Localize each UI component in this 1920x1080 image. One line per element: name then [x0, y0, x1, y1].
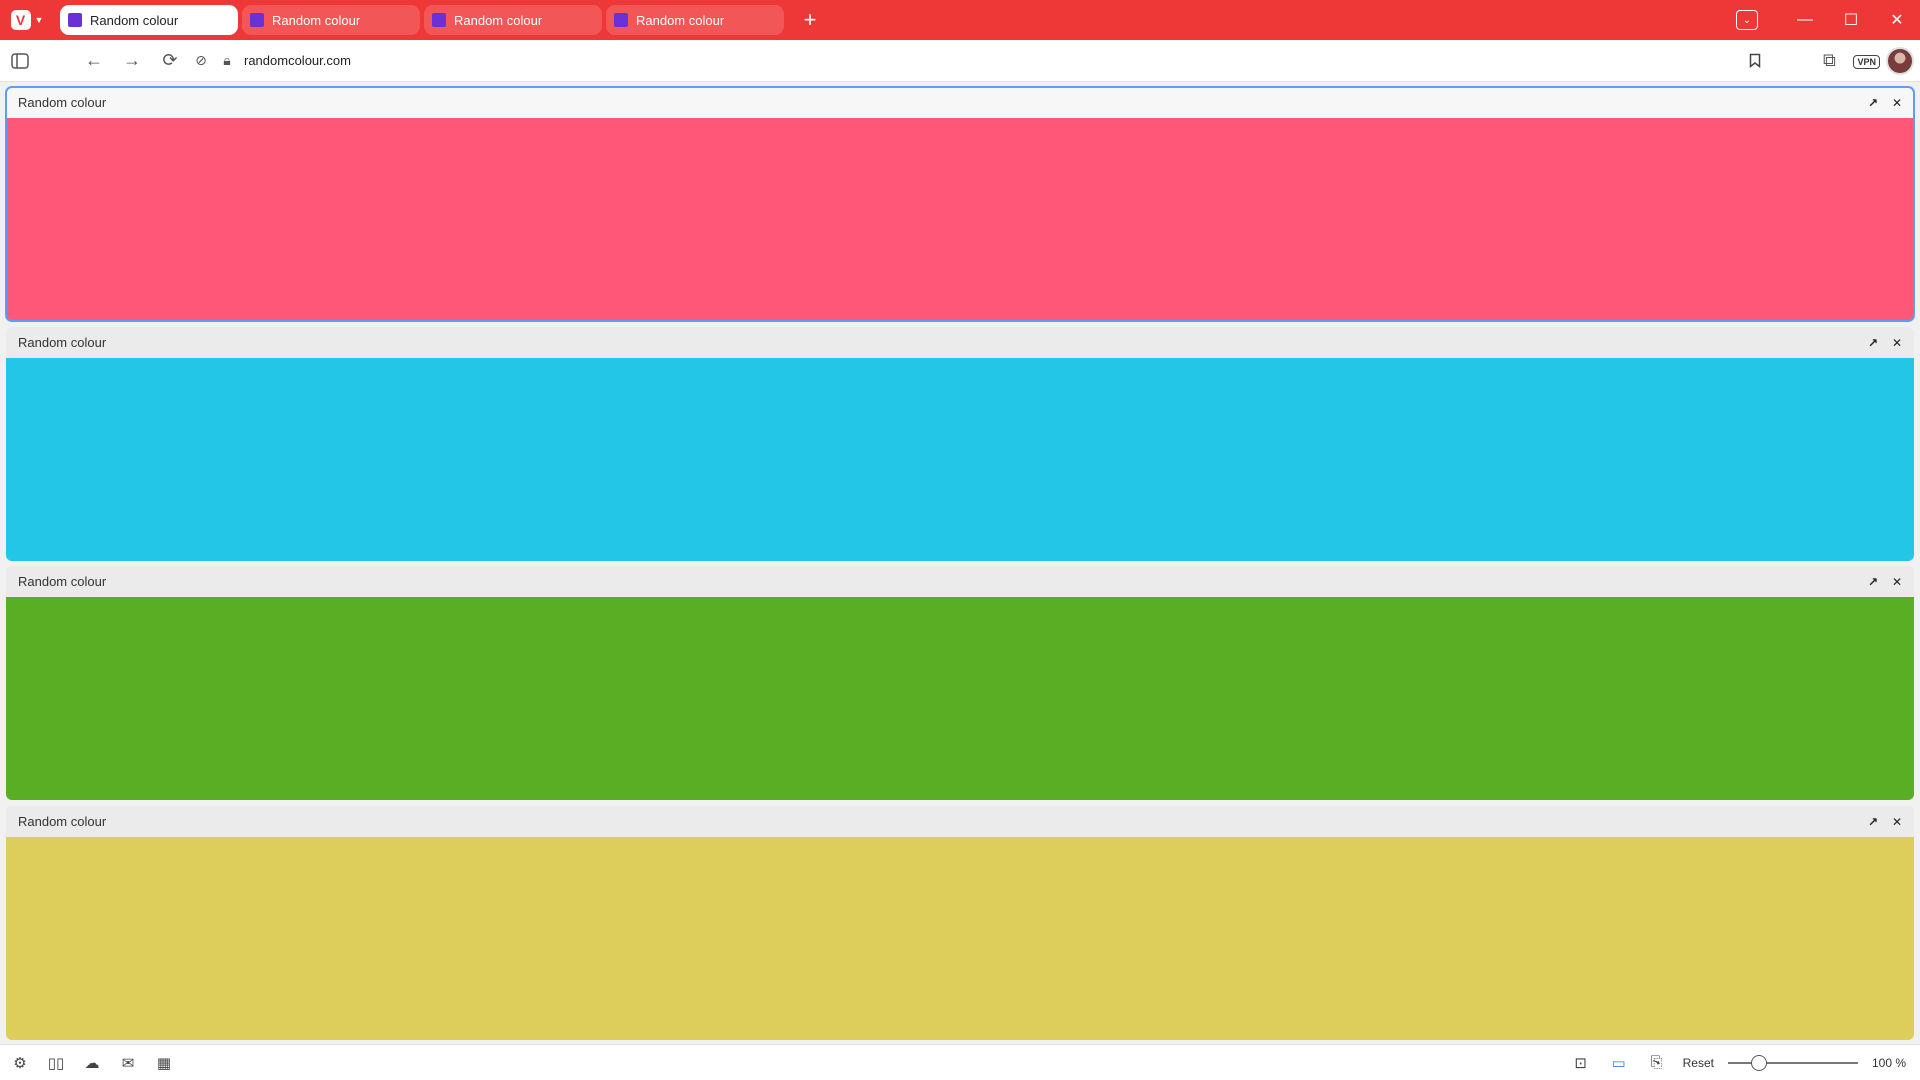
pane-content[interactable]: [6, 118, 1914, 321]
zoom-level: 100 %: [1872, 1055, 1907, 1070]
address-bar-right: ⧉ VPN: [1737, 45, 1914, 77]
zoom-slider[interactable]: [1728, 1054, 1858, 1071]
tab-strip: Random colour Random colour Random colou…: [60, 0, 826, 40]
tracker-blocker-icon[interactable]: ⊘: [192, 52, 210, 69]
page-tiling-icon[interactable]: ▭: [1607, 1051, 1631, 1075]
extensions-icon: ⧉: [1823, 50, 1836, 70]
page-actions-icon[interactable]: ⎘: [1645, 1051, 1669, 1075]
maximize-button[interactable]: ☐: [1828, 0, 1874, 40]
tile-pane-2[interactable]: Random colour ↗ ✕: [6, 327, 1914, 561]
maximize-icon: ☐: [1843, 12, 1859, 29]
favicon-icon: [250, 13, 264, 27]
tab-label: Random colour: [454, 12, 543, 28]
sync-icon[interactable]: ☁: [80, 1051, 104, 1075]
minimize-button[interactable]: —: [1782, 0, 1828, 40]
reload-icon: ⟳: [162, 50, 178, 70]
close-icon[interactable]: ✕: [1888, 573, 1906, 591]
pane-header: Random colour ↗ ✕: [6, 87, 1914, 118]
forward-button[interactable]: →: [114, 45, 150, 77]
vivaldi-menu-button[interactable]: V ▼: [0, 0, 48, 40]
expand-icon[interactable]: ↗: [1864, 334, 1882, 352]
vpn-button[interactable]: VPN: [1853, 52, 1880, 70]
tile-pane-4[interactable]: Random colour ↗ ✕: [6, 806, 1914, 1040]
address-bar: ← → ⟳ ⊘ 🔒︎ randomcolour.com ⧉ VPN: [0, 40, 1920, 82]
minimize-icon: —: [1797, 11, 1813, 28]
zoom-track: [1728, 1061, 1858, 1064]
chevron-down-icon: ▼: [34, 15, 44, 25]
vpn-label: VPN: [1853, 54, 1880, 69]
url-text[interactable]: randomcolour.com: [244, 53, 351, 68]
expand-icon[interactable]: ↗: [1864, 94, 1882, 112]
forward-icon: →: [123, 50, 141, 70]
tab-4[interactable]: Random colour: [606, 5, 784, 35]
pane-header: Random colour ↗ ✕: [6, 806, 1914, 837]
tile-view-icon[interactable]: ▯▯: [44, 1051, 68, 1075]
url-field[interactable]: ⊘ 🔒︎ randomcolour.com: [192, 45, 1737, 77]
avatar[interactable]: [1886, 46, 1914, 75]
window-controls: ⌄ — ☐ ✕: [1736, 0, 1920, 40]
tab-list-button[interactable]: ⌄: [1736, 10, 1758, 30]
capture-icon[interactable]: ⊡: [1569, 1051, 1593, 1075]
expand-icon[interactable]: ↗: [1864, 573, 1882, 591]
close-icon[interactable]: ✕: [1888, 94, 1906, 112]
favicon-icon: [614, 13, 628, 27]
expand-icon[interactable]: ↗: [1864, 813, 1882, 831]
navigation-buttons: ← → ⟳: [76, 45, 188, 77]
new-tab-button[interactable]: +: [794, 5, 826, 35]
zoom-reset-button[interactable]: Reset: [1683, 1056, 1714, 1070]
tile-pane-1[interactable]: Random colour ↗ ✕: [5, 86, 1915, 322]
pane-title: Random colour: [18, 574, 107, 589]
mail-icon[interactable]: ✉: [116, 1051, 140, 1075]
tab-2[interactable]: Random colour: [242, 5, 420, 35]
pane-header: Random colour ↗ ✕: [6, 327, 1914, 358]
pane-title: Random colour: [18, 335, 107, 350]
extensions-button[interactable]: ⧉: [1811, 45, 1847, 77]
zoom-slider-thumb[interactable]: [1750, 1054, 1767, 1071]
back-button[interactable]: ←: [76, 45, 112, 77]
close-icon: ✕: [1890, 12, 1904, 29]
tab-label: Random colour: [272, 12, 361, 28]
tab-3[interactable]: Random colour: [424, 5, 602, 35]
reload-button[interactable]: ⟳: [152, 45, 188, 77]
pane-title: Random colour: [18, 95, 107, 110]
pane-header: Random colour ↗ ✕: [6, 566, 1914, 597]
bookmark-icon: [1750, 53, 1761, 68]
close-icon[interactable]: ✕: [1888, 334, 1906, 352]
plus-icon: +: [803, 7, 817, 32]
settings-icon[interactable]: ⚙: [8, 1051, 32, 1075]
close-icon[interactable]: ✕: [1888, 813, 1906, 831]
tile-pane-3[interactable]: Random colour ↗ ✕: [6, 566, 1914, 800]
pane-content[interactable]: [6, 358, 1914, 561]
lock-icon[interactable]: 🔒︎: [218, 52, 236, 69]
close-window-button[interactable]: ✕: [1874, 0, 1920, 40]
pane-title: Random colour: [18, 814, 107, 829]
panel-toggle-button[interactable]: [2, 45, 38, 77]
tab-1[interactable]: Random colour: [60, 5, 238, 35]
vivaldi-logo-icon: V: [10, 10, 31, 30]
bookmark-button[interactable]: [1737, 45, 1773, 77]
back-icon: ←: [85, 50, 103, 70]
pane-content[interactable]: [6, 837, 1914, 1040]
favicon-icon: [68, 13, 82, 27]
favicon-icon: [432, 13, 446, 27]
tab-label: Random colour: [90, 12, 179, 28]
calendar-icon[interactable]: ▦: [152, 1051, 176, 1075]
pane-content[interactable]: [6, 597, 1914, 800]
tab-label: Random colour: [636, 12, 725, 28]
tiled-pages: Random colour ↗ ✕ Random colour ↗ ✕ Rand…: [5, 86, 1915, 1040]
panel-toggle-icon: [11, 52, 29, 69]
chevron-down-icon: ⌄: [1742, 14, 1752, 26]
tab-bar: V ▼ Random colour Random colour Random c…: [0, 0, 1920, 40]
status-bar: ⚙ ▯▯ ☁ ✉ ▦ ⊡ ▭ ⎘ Reset 100 %: [0, 1044, 1920, 1080]
